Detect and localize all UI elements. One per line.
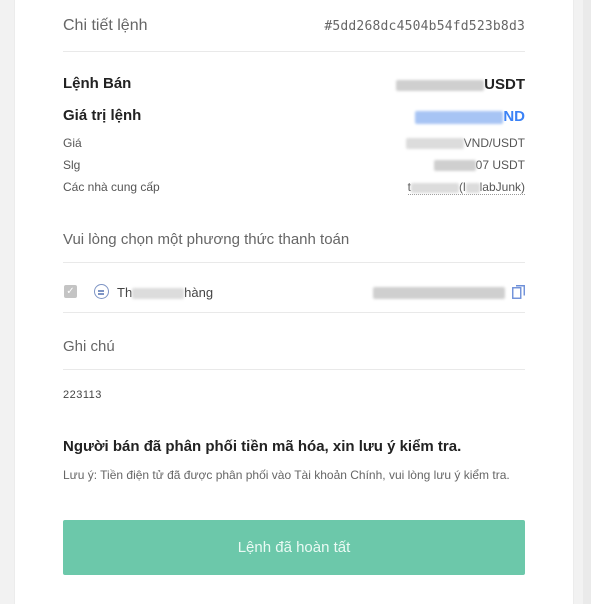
divider — [63, 369, 525, 370]
bank-card-icon — [94, 284, 109, 299]
provider-link[interactable]: t (l labJunk) — [407, 180, 525, 195]
redacted-method — [132, 288, 185, 300]
notice-title: Người bán đã phân phối tiền mã hóa, xin … — [63, 438, 462, 455]
note-value: 223113 — [63, 389, 102, 401]
scrollbar[interactable] — [583, 0, 591, 604]
order-completed-button[interactable]: Lệnh đã hoàn tất — [63, 520, 525, 575]
divider — [63, 51, 525, 52]
copy-icon[interactable] — [512, 285, 525, 299]
divider — [63, 312, 525, 313]
redacted-value — [415, 110, 504, 124]
quantity-label: Slg — [63, 158, 81, 172]
divider — [63, 262, 525, 263]
quantity-value: 07 USDT — [433, 158, 525, 172]
redacted-provider — [410, 182, 459, 193]
order-type-value: USDT — [396, 76, 525, 93]
price-value: VND/USDT — [405, 136, 525, 150]
payment-account-number — [373, 284, 505, 302]
payment-method-checkbox[interactable]: ✓ — [64, 285, 77, 298]
provider-label: Các nhà cung cấp — [63, 180, 160, 194]
price-label: Giá — [63, 136, 82, 150]
order-type-label: Lệnh Bán — [63, 75, 132, 92]
redacted-quantity — [433, 160, 476, 172]
payment-method-name[interactable]: Th hàng — [117, 285, 213, 300]
redacted-price — [405, 138, 464, 150]
redacted-account — [373, 286, 505, 299]
page-title: Chi tiết lệnh — [63, 17, 148, 34]
redacted-amount — [396, 79, 485, 91]
notice-detail: Lưu ý: Tiền điện tử đã được phân phối và… — [63, 468, 510, 482]
order-value-label: Giá trị lệnh — [63, 107, 142, 124]
note-section-title: Ghi chú — [63, 338, 115, 355]
payment-section-title: Vui lòng chọn một phương thức thanh toán — [63, 231, 350, 248]
order-value-value: ND — [415, 108, 525, 125]
order-id: #5dd268dc4504b54fd523b8d3 — [324, 19, 525, 34]
order-detail-card: Chi tiết lệnh #5dd268dc4504b54fd523b8d3 … — [14, 0, 574, 604]
